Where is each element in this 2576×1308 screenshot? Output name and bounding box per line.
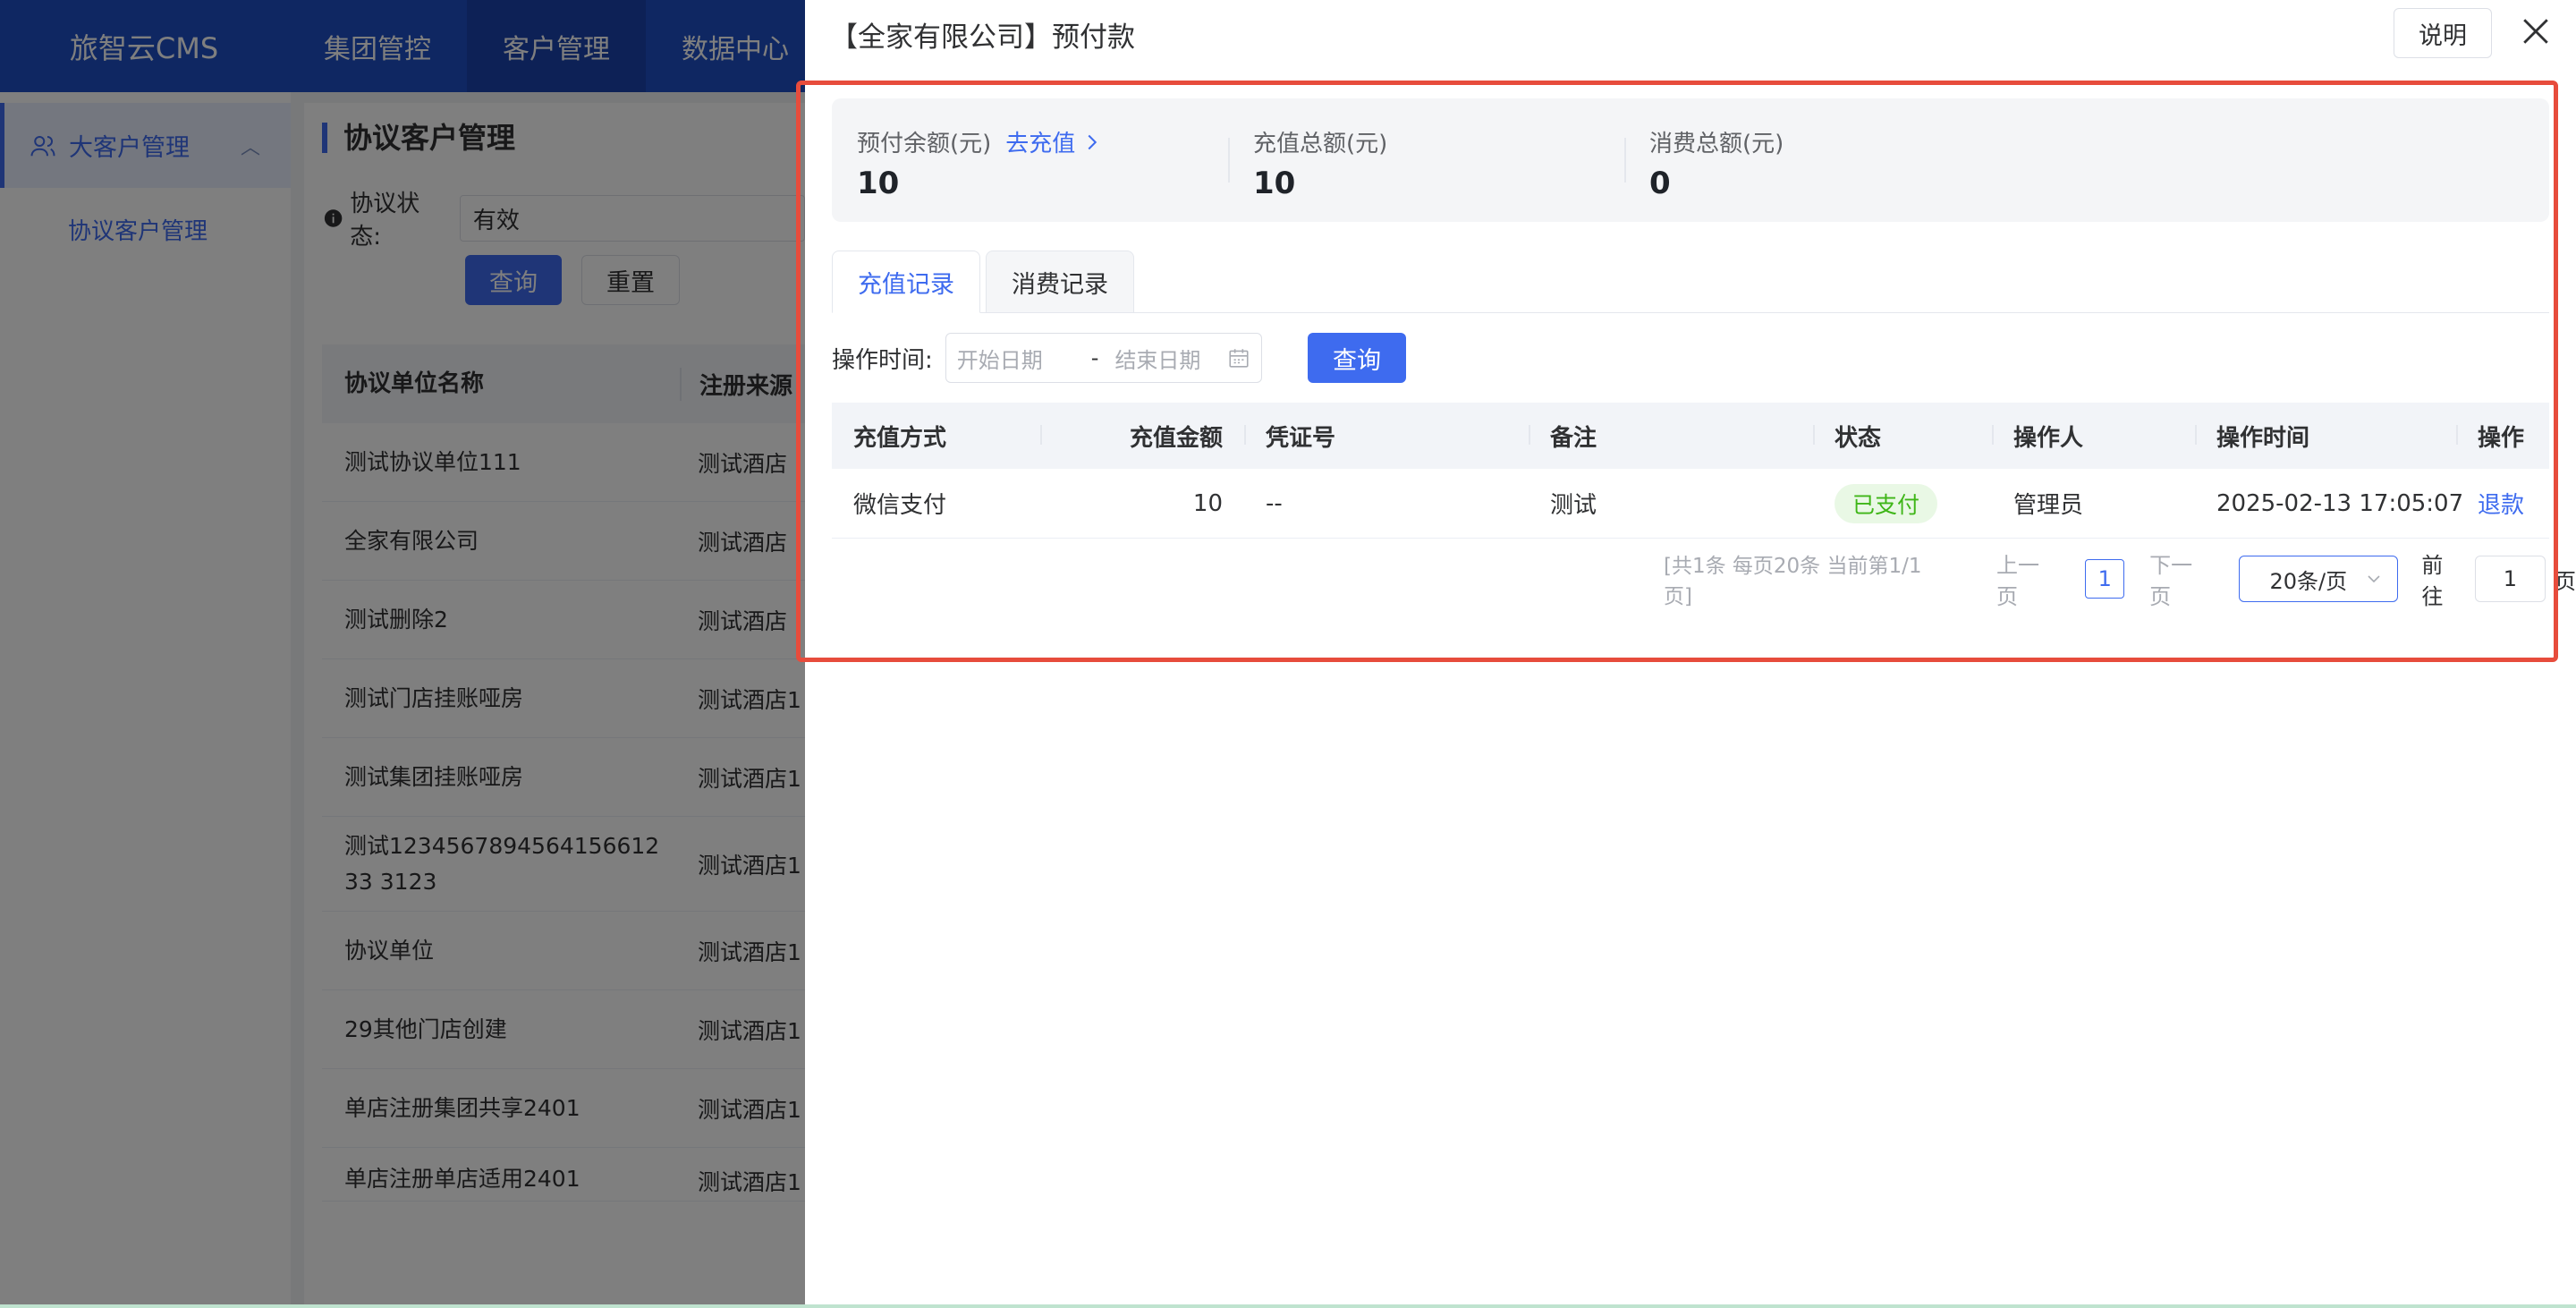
bottom-border xyxy=(0,1304,2576,1308)
goto-page-input[interactable]: 1 xyxy=(2474,556,2546,602)
recharge-table: 充值方式 充值金额 凭证号 备注 状态 操作人 操作时间 操作 微信支付 10 … xyxy=(832,403,2549,539)
column-header: 操作 xyxy=(2456,420,2549,453)
page-size-select[interactable]: 20条/页 xyxy=(2238,556,2399,602)
prev-page-button[interactable]: 上一页 xyxy=(1996,548,2060,610)
stats-panel: 预付余额(元) 去充值 10 充值总额(元) 10 消费总额(元) 0 xyxy=(832,98,2549,222)
modal-overlay[interactable] xyxy=(0,0,805,1308)
stat-consume-total: 消费总额(元) 0 xyxy=(1624,98,2021,222)
close-icon[interactable] xyxy=(2521,16,2551,47)
cell-method: 微信支付 xyxy=(853,492,947,519)
drawer-title: 【全家有限公司】预付款 xyxy=(830,21,1135,54)
page-number-1[interactable]: 1 xyxy=(2085,559,2125,599)
calendar-icon xyxy=(1229,349,1249,368)
date-separator: - xyxy=(1090,345,1099,370)
record-query-button[interactable]: 查询 xyxy=(1308,333,1406,383)
pagination: [共1条 每页20条 当前第1/1页] 上一页 1 下一页 20条/页 前往 1… xyxy=(1664,553,2576,609)
recharge-total-value: 10 xyxy=(1253,166,1296,201)
pagination-summary: [共1条 每页20条 当前第1/1页] xyxy=(1664,555,1922,608)
explain-button[interactable]: 说明 xyxy=(2394,8,2492,58)
tab-consume-records[interactable]: 消费记录 xyxy=(986,251,1134,313)
date-range-picker[interactable]: 开始日期 - 结束日期 xyxy=(945,333,1262,383)
cell-remark: 测试 xyxy=(1550,492,1597,519)
status-badge: 已支付 xyxy=(1835,483,1938,523)
column-header: 备注 xyxy=(1529,420,1813,453)
page-size-value: 20条/页 xyxy=(2269,568,2348,594)
recharge-link[interactable]: 去充值 xyxy=(1005,125,1100,158)
cell-action: 退款 xyxy=(2456,487,2549,520)
column-header: 操作人 xyxy=(1992,420,2195,453)
goto-label: 前往 xyxy=(2421,553,2444,609)
cell-status: 已支付 xyxy=(1813,483,1992,523)
operate-time-label: 操作时间: xyxy=(832,346,933,374)
column-header: 操作时间 xyxy=(2195,420,2456,453)
chevron-down-icon xyxy=(2368,575,2380,583)
start-date-input[interactable]: 开始日期 xyxy=(957,343,1064,374)
column-header: 凭证号 xyxy=(1244,420,1529,453)
recharge-link-label: 去充值 xyxy=(1005,131,1076,157)
stat-recharge-total: 充值总额(元) 10 xyxy=(1228,98,1624,222)
cell-voucher: -- xyxy=(1266,489,1283,517)
table-row: 微信支付 10 -- 测试 已支付 管理员 2025-02-13 17:05:0… xyxy=(832,469,2549,539)
stat-balance: 预付余额(元) 去充值 10 xyxy=(832,98,1228,222)
page-unit: 页 xyxy=(2555,568,2576,594)
column-header: 状态 xyxy=(1813,420,1992,453)
goto-page: 前往 1 页 xyxy=(2421,548,2576,610)
balance-label: 预付余额(元) xyxy=(857,131,992,157)
cell-amount: 10 xyxy=(1192,489,1223,517)
recharge-total-label: 充值总额(元) xyxy=(1253,131,1388,157)
balance-value: 10 xyxy=(857,166,900,201)
table-header: 充值方式 充值金额 凭证号 备注 状态 操作人 操作时间 操作 xyxy=(832,403,2549,469)
next-page-button[interactable]: 下一页 xyxy=(2149,548,2213,610)
consume-total-value: 0 xyxy=(1649,166,1671,201)
refund-link[interactable]: 退款 xyxy=(2478,492,2524,519)
chevron-right-icon xyxy=(1088,134,1097,149)
cell-operator: 管理员 xyxy=(2013,492,2084,519)
record-tabs: 充值记录 消费记录 xyxy=(832,251,2549,313)
column-header: 充值方式 xyxy=(853,424,947,452)
column-header: 充值金额 xyxy=(1040,420,1244,453)
tab-recharge-records[interactable]: 充值记录 xyxy=(832,251,980,313)
cell-time: 2025-02-13 17:05:07 xyxy=(2216,489,2464,517)
consume-total-label: 消费总额(元) xyxy=(1649,131,1784,157)
end-date-input[interactable]: 结束日期 xyxy=(1114,343,1222,374)
record-query-row: 操作时间: 开始日期 - 结束日期 xyxy=(832,333,1262,383)
